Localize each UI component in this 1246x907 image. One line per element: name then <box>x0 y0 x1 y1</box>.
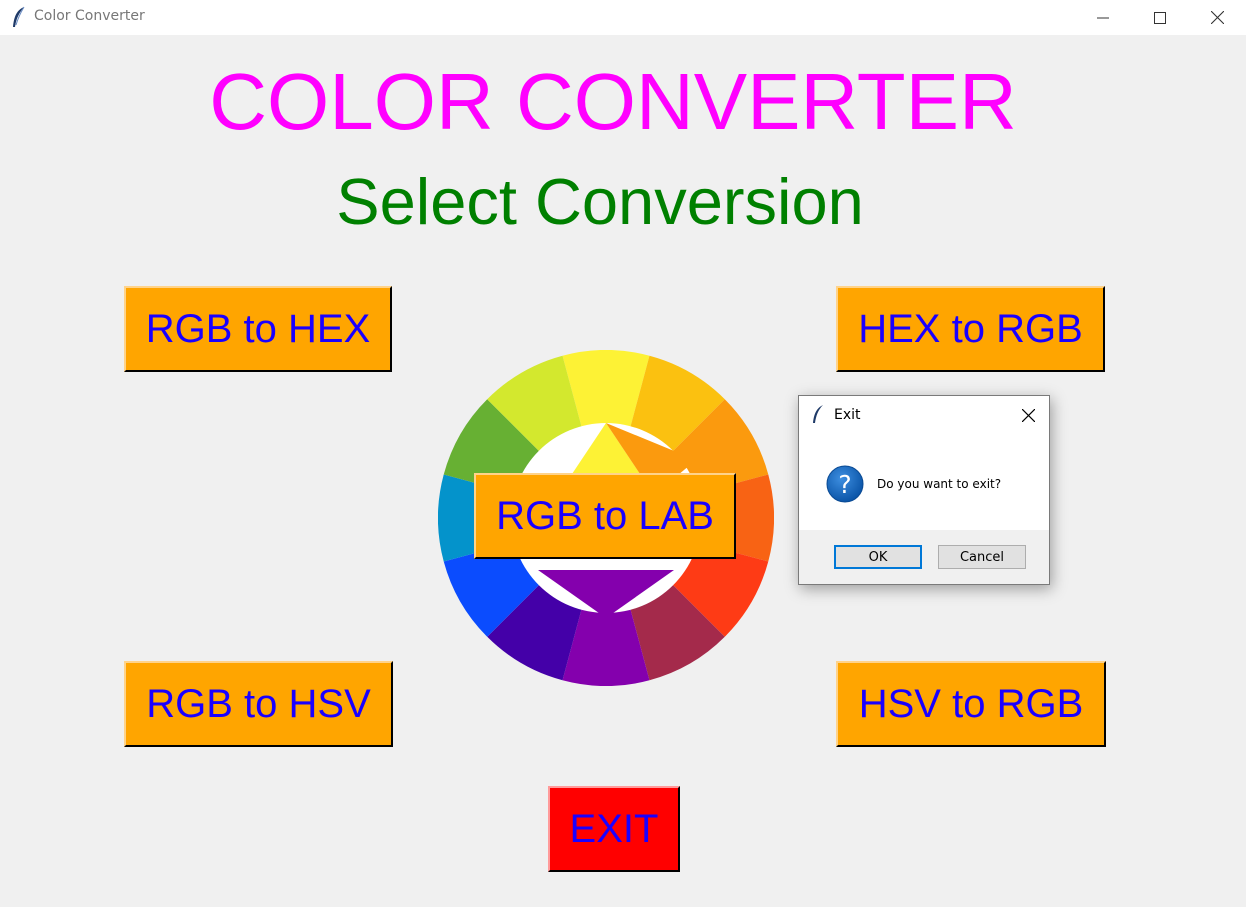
rgb-to-lab-button[interactable]: RGB to LAB <box>474 473 736 559</box>
close-icon <box>1021 408 1035 422</box>
window-title: Color Converter <box>34 8 145 24</box>
svg-text:?: ? <box>838 470 851 499</box>
hex-to-rgb-button[interactable]: HEX to RGB <box>836 286 1105 372</box>
hex-to-rgb-label: HEX to RGB <box>858 306 1083 351</box>
dialog-title: Exit <box>834 407 861 423</box>
exit-button[interactable]: EXIT <box>548 786 680 872</box>
ok-label: OK <box>868 549 888 565</box>
feather-icon <box>13 6 25 27</box>
cancel-button[interactable]: Cancel <box>938 545 1026 569</box>
rgb-to-hex-label: RGB to HEX <box>145 306 371 351</box>
window-titlebar: Color Converter <box>0 0 1246 35</box>
close-icon <box>1210 11 1224 24</box>
page-subtitle: Select Conversion <box>336 165 864 238</box>
rgb-to-lab-label: RGB to LAB <box>496 493 714 538</box>
rgb-to-hex-button[interactable]: RGB to HEX <box>124 286 392 372</box>
close-button[interactable] <box>1188 0 1246 35</box>
page-title: COLOR CONVERTER <box>209 57 1017 146</box>
question-icon: ? <box>826 465 864 503</box>
minimize-button[interactable] <box>1074 0 1132 35</box>
cancel-label: Cancel <box>959 549 1005 565</box>
app-content: COLOR CONVERTER Select Conversion RGB to… <box>0 35 1246 907</box>
feather-icon <box>813 405 823 423</box>
ok-button[interactable]: OK <box>834 545 922 569</box>
hsv-to-rgb-button[interactable]: HSV to RGB <box>836 661 1106 747</box>
rgb-to-hsv-label: RGB to HSV <box>146 681 371 726</box>
dialog-close-button[interactable] <box>1017 404 1039 426</box>
dialog-message: Do you want to exit? <box>877 477 1002 491</box>
exit-label: EXIT <box>569 806 659 851</box>
dialog-footer: OK Cancel <box>799 530 1049 584</box>
maximize-icon <box>1154 11 1166 24</box>
maximize-button[interactable] <box>1131 0 1189 35</box>
exit-dialog: Exit ? Do you want to exit? OK Cancel <box>798 395 1050 585</box>
minimize-icon <box>1097 17 1109 18</box>
hsv-to-rgb-label: HSV to RGB <box>858 681 1084 726</box>
rgb-to-hsv-button[interactable]: RGB to HSV <box>124 661 393 747</box>
